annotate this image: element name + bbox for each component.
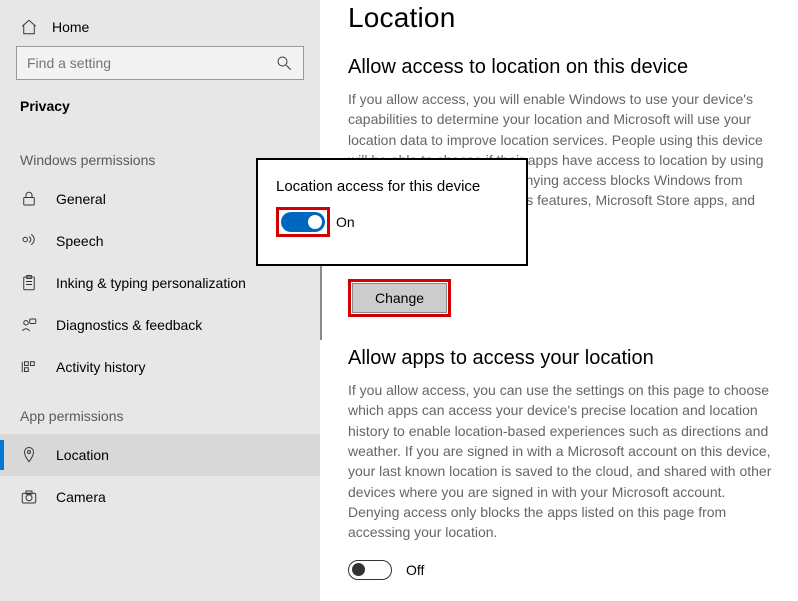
sidebar-item-label: Speech	[56, 233, 103, 249]
camera-icon	[20, 488, 38, 506]
sidebar-item-diagnostics[interactable]: Diagnostics & feedback	[0, 304, 320, 346]
clipboard-icon	[20, 274, 38, 292]
location-access-popup: Location access for this device On	[256, 158, 528, 266]
sidebar: Home Privacy Windows permissions General…	[0, 0, 320, 601]
sidebar-item-inking[interactable]: Inking & typing personalization	[0, 262, 320, 304]
search-icon	[275, 54, 293, 72]
change-highlight: Change	[348, 279, 451, 317]
subhead-apps-access: Allow apps to access your location	[348, 347, 776, 370]
section-app-permissions: App permissions	[0, 388, 320, 434]
main-content: Location Allow access to location on thi…	[320, 0, 798, 601]
body-apps-access: If you allow access, you can use the set…	[348, 380, 776, 542]
search-field[interactable]	[27, 55, 275, 71]
category-label: Privacy	[0, 94, 320, 132]
popup-title: Location access for this device	[276, 178, 508, 195]
sidebar-item-label: General	[56, 191, 106, 207]
location-icon	[20, 446, 38, 464]
sidebar-item-label: Activity history	[56, 359, 145, 375]
apps-location-toggle[interactable]	[348, 560, 392, 580]
device-location-toggle[interactable]	[281, 212, 325, 232]
speech-icon	[20, 232, 38, 250]
sidebar-item-label: Location	[56, 447, 109, 463]
change-button[interactable]: Change	[352, 283, 447, 313]
history-icon	[20, 358, 38, 376]
toggle-highlight	[276, 207, 330, 237]
page-title: Location	[348, 2, 776, 34]
home-label: Home	[52, 19, 89, 35]
lock-icon	[20, 190, 38, 208]
sidebar-item-camera[interactable]: Camera	[0, 476, 320, 518]
sidebar-item-label: Camera	[56, 489, 106, 505]
sidebar-item-label: Diagnostics & feedback	[56, 317, 202, 333]
subhead-device-access: Allow access to location on this device	[348, 56, 776, 79]
sidebar-item-activity[interactable]: Activity history	[0, 346, 320, 388]
sidebar-item-label: Inking & typing personalization	[56, 275, 246, 291]
search-input[interactable]	[16, 46, 304, 80]
sidebar-item-location[interactable]: Location	[0, 434, 320, 476]
home-link[interactable]: Home	[0, 10, 320, 46]
toggle-label-on: On	[336, 214, 355, 230]
home-icon	[20, 18, 38, 36]
toggle-label-off: Off	[406, 562, 424, 578]
feedback-icon	[20, 316, 38, 334]
